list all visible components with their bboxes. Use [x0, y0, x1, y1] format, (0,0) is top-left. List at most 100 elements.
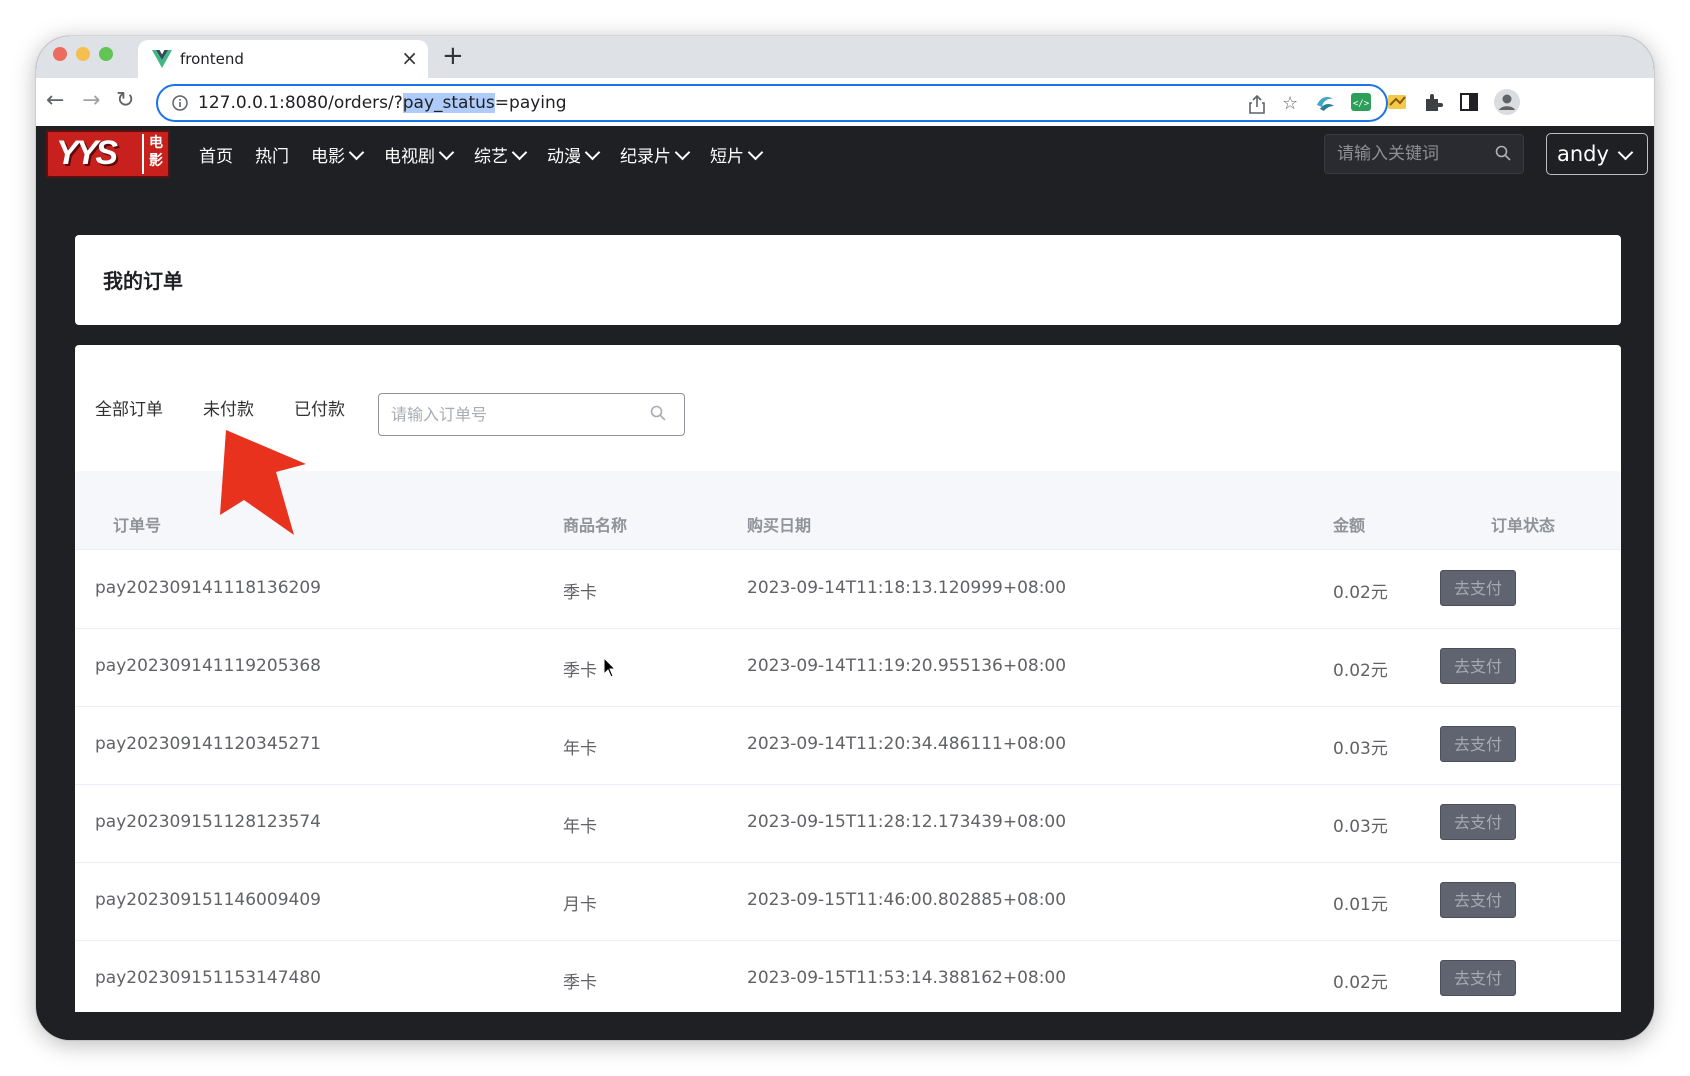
column-header-product: 商品名称 — [563, 516, 628, 535]
tab-strip: frontend × + — [36, 36, 1654, 78]
profile-avatar-icon[interactable] — [1494, 89, 1520, 115]
tab-title: frontend — [180, 50, 244, 68]
search-icon[interactable] — [650, 405, 666, 421]
nav-item-variety[interactable]: 综艺 — [474, 142, 528, 167]
forward-arrow-icon[interactable]: → — [82, 89, 100, 113]
filter-paid[interactable]: 已付款 — [294, 395, 345, 420]
back-arrow-icon[interactable]: ← — [46, 89, 64, 113]
pay-button[interactable]: 去支付 — [1440, 960, 1516, 996]
extensions-puzzle-icon[interactable] — [1422, 91, 1444, 113]
logo-subtext: 电影 — [149, 135, 163, 169]
nav-item-documentary[interactable]: 纪录片 — [620, 142, 691, 167]
url-suffix: =paying — [494, 93, 567, 113]
nav-item-movies[interactable]: 电影 — [311, 142, 365, 167]
amount-cell: 0.02元 — [1333, 583, 1388, 603]
site-header: YYS 电影 首页 热门 电影 电视剧 综艺 动漫 纪录片 短片 andy — [36, 126, 1654, 182]
date-cell: 2023-09-15T11:46:00.802885+08:00 — [747, 890, 1067, 910]
column-header-date: 购买日期 — [747, 516, 812, 535]
order-filters: 全部订单 未付款 已付款 — [95, 395, 385, 420]
vue-logo-icon — [152, 50, 172, 68]
product-cell: 季卡 — [563, 661, 597, 681]
chevron-down-icon — [438, 144, 455, 160]
svg-text:</>: </> — [1353, 99, 1370, 109]
close-tab-icon[interactable]: × — [401, 46, 418, 70]
date-cell: 2023-09-14T11:20:34.486111+08:00 — [747, 734, 1067, 754]
date-cell: 2023-09-15T11:28:12.173439+08:00 — [747, 812, 1067, 832]
nav-label: 动漫 — [547, 147, 581, 167]
chevron-down-icon — [674, 144, 691, 160]
product-cell: 月卡 — [563, 895, 597, 915]
filter-unpaid[interactable]: 未付款 — [203, 395, 254, 420]
filter-all-orders[interactable]: 全部订单 — [95, 395, 163, 420]
user-name: andy — [1557, 142, 1609, 166]
nav-label: 综艺 — [474, 147, 508, 167]
product-cell: 季卡 — [563, 973, 597, 993]
order-no-cell: pay202309141119205368 — [95, 656, 321, 676]
nav-label: 纪录片 — [620, 147, 671, 167]
share-icon[interactable] — [1248, 95, 1266, 115]
keyword-search — [1324, 134, 1524, 174]
column-header-status: 订单状态 — [1491, 516, 1556, 535]
product-cell: 季卡 — [563, 583, 597, 603]
chevron-down-icon — [348, 144, 365, 160]
chevron-down-icon — [747, 144, 764, 160]
page-title-card: 我的订单 — [75, 235, 1621, 325]
order-no-cell: pay202309141120345271 — [95, 734, 321, 754]
nav-label: 短片 — [710, 147, 744, 167]
nav-item-home[interactable]: 首页 — [199, 142, 233, 167]
nav-item-anime[interactable]: 动漫 — [547, 142, 601, 167]
nav-item-shorts[interactable]: 短片 — [710, 142, 764, 167]
maximize-window-button[interactable] — [99, 47, 113, 61]
table-row: pay202309151153147480 季卡 2023-09-15T11:5… — [75, 940, 1621, 1019]
page-title: 我的订单 — [103, 269, 183, 293]
logo-text: YYS — [56, 134, 118, 172]
pay-button[interactable]: 去支付 — [1440, 882, 1516, 918]
chevron-down-icon — [1617, 144, 1634, 161]
new-tab-button[interactable]: + — [442, 41, 464, 71]
amount-cell: 0.02元 — [1333, 973, 1388, 993]
table-row: pay202309141120345271 年卡 2023-09-14T11:2… — [75, 706, 1621, 785]
extension-swirl-icon[interactable] — [1314, 91, 1336, 113]
chevron-down-icon — [584, 144, 601, 160]
date-cell: 2023-09-15T11:53:14.388162+08:00 — [747, 968, 1067, 988]
order-number-input[interactable] — [389, 404, 633, 425]
mouse-cursor-icon — [603, 657, 617, 678]
info-icon[interactable] — [172, 95, 188, 111]
pay-button[interactable]: 去支付 — [1440, 804, 1516, 840]
minimize-window-button[interactable] — [76, 47, 90, 61]
pay-button[interactable]: 去支付 — [1440, 648, 1516, 684]
address-bar[interactable]: 127.0.0.1:8080/orders/?pay_status=paying… — [156, 84, 1388, 122]
site-logo[interactable]: YYS 电影 — [46, 130, 170, 178]
table-row: pay202309141118136209 季卡 2023-09-14T11:1… — [75, 550, 1621, 629]
nav-item-hot[interactable]: 热门 — [255, 142, 289, 167]
close-window-button[interactable] — [53, 47, 67, 61]
user-menu-button[interactable]: andy — [1546, 133, 1648, 175]
nav-label: 首页 — [199, 147, 233, 167]
keyword-search-input[interactable] — [1335, 143, 1489, 165]
search-icon[interactable] — [1495, 145, 1511, 161]
browser-toolbar: ← → ↻ 127.0.0.1:8080/orders/?pay_status=… — [36, 78, 1654, 127]
nav-item-tv[interactable]: 电视剧 — [384, 142, 455, 167]
date-cell: 2023-09-14T11:18:13.120999+08:00 — [747, 578, 1067, 598]
table-row: pay202309151146009409 月卡 2023-09-15T11:4… — [75, 862, 1621, 941]
pay-button[interactable]: 去支付 — [1440, 570, 1516, 606]
pay-button[interactable]: 去支付 — [1440, 726, 1516, 762]
logo-divider — [142, 134, 144, 174]
bookmark-star-icon[interactable]: ☆ — [1282, 94, 1298, 114]
column-header-amount: 金额 — [1333, 516, 1366, 535]
annotation-arrow-icon — [220, 430, 306, 535]
side-panel-icon[interactable] — [1458, 91, 1480, 113]
browser-tab[interactable]: frontend × — [138, 40, 428, 78]
reload-icon[interactable]: ↻ — [116, 89, 134, 113]
extension-paw-icon[interactable] — [1386, 91, 1408, 113]
table-row: pay202309141119205368 季卡 2023-09-14T11:1… — [75, 628, 1621, 707]
product-cell: 年卡 — [563, 739, 597, 759]
url-text[interactable]: 127.0.0.1:8080/orders/?pay_status=paying — [198, 93, 567, 113]
extension-code-icon[interactable]: </> — [1350, 91, 1372, 113]
amount-cell: 0.03元 — [1333, 817, 1388, 837]
url-prefix: 127.0.0.1:8080/orders/? — [198, 93, 403, 113]
product-cell: 年卡 — [563, 817, 597, 837]
chevron-down-icon — [511, 144, 528, 160]
order-no-cell: pay202309151146009409 — [95, 890, 321, 910]
url-selected-text: pay_status — [402, 93, 495, 113]
